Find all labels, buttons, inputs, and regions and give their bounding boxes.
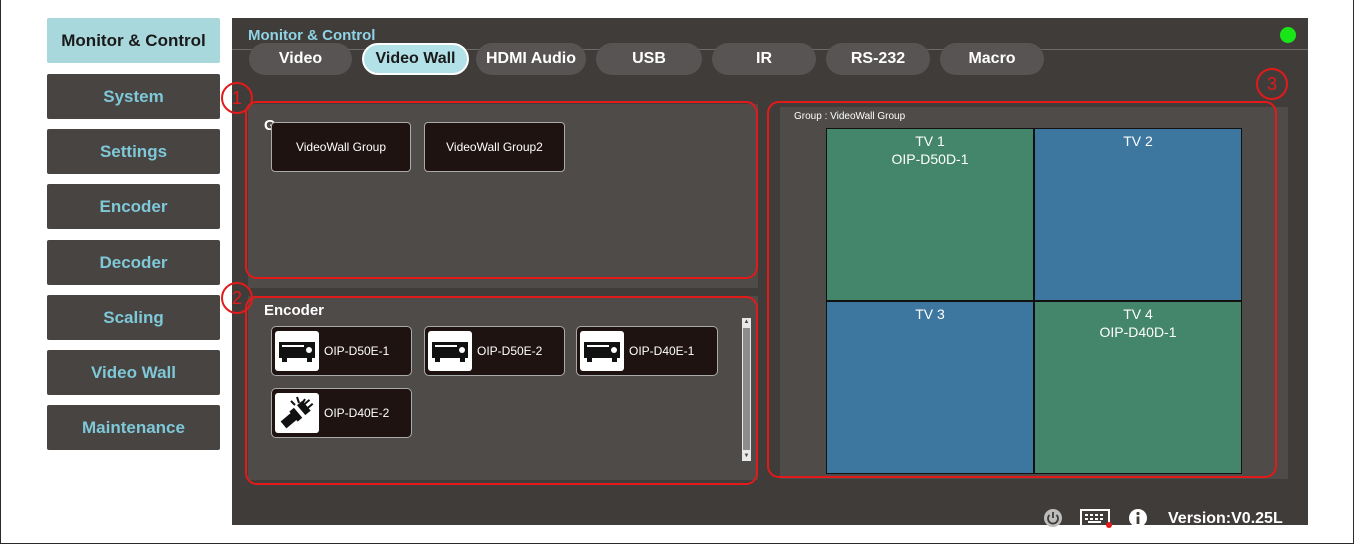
tab-hdmi-audio[interactable]: HDMI Audio: [476, 43, 586, 75]
annotation-box-1: [245, 101, 758, 279]
info-icon[interactable]: [1128, 508, 1148, 533]
sidebar-item-settings[interactable]: Settings: [47, 129, 220, 174]
tab-rs232[interactable]: RS-232: [826, 43, 930, 75]
sidebar-item-decoder[interactable]: Decoder: [47, 240, 220, 285]
power-icon[interactable]: [1043, 508, 1063, 533]
annotation-number-2: 2: [221, 282, 253, 314]
sidebar-item-monitor-control[interactable]: Monitor & Control: [47, 18, 220, 63]
status-indicator: [1280, 27, 1296, 43]
tab-usb[interactable]: USB: [596, 43, 702, 75]
page-title: Monitor & Control: [248, 27, 376, 44]
annotation-box-2: [245, 296, 758, 485]
tab-ir[interactable]: IR: [712, 43, 816, 75]
tab-macro[interactable]: Macro: [940, 43, 1044, 75]
sidebar-item-video-wall[interactable]: Video Wall: [47, 350, 220, 395]
annotation-number-3: 3: [1256, 68, 1288, 100]
sidebar-item-maintenance[interactable]: Maintenance: [47, 405, 220, 450]
keyboard-icon[interactable]: [1080, 508, 1114, 535]
sidebar-item-encoder[interactable]: Encoder: [47, 184, 220, 229]
version-label: Version:V0.25L: [1168, 510, 1283, 527]
tab-video[interactable]: Video: [249, 43, 352, 75]
annotation-number-1: 1: [221, 82, 253, 114]
tab-video-wall[interactable]: Video Wall: [362, 43, 469, 75]
annotation-box-3: [767, 101, 1277, 478]
sidebar-item-scaling[interactable]: Scaling: [47, 295, 220, 340]
sidebar-item-system[interactable]: System: [47, 74, 220, 119]
